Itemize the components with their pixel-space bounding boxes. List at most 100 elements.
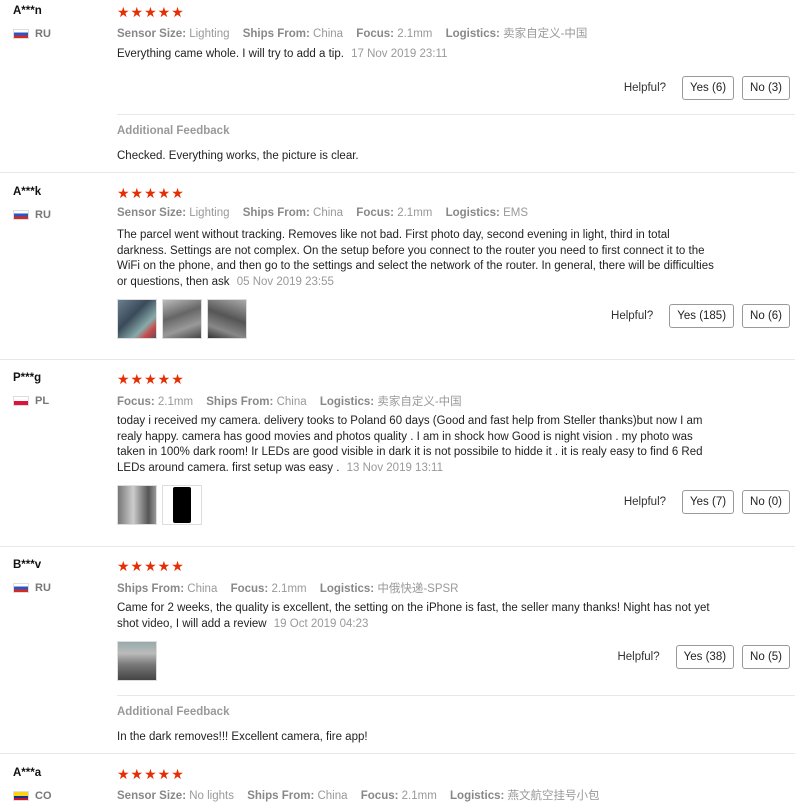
review-date: 17 Nov 2019 23:11 [351, 48, 448, 60]
additional-feedback-title: Additional Feedback [117, 125, 230, 137]
reviewer-country: RU [13, 582, 51, 594]
meta-key: Ships From: [206, 396, 274, 408]
review-photo-thumbnail[interactable] [207, 299, 247, 339]
meta-value: Lighting [189, 28, 230, 40]
meta-key: Focus: [230, 583, 269, 595]
meta-key: Logistics: [319, 396, 375, 408]
review-meta: Sensor Size: Lighting Ships From: China … [117, 25, 597, 41]
meta-key: Focus: [356, 207, 394, 219]
review-text: The parcel went without tracking. Remove… [117, 228, 717, 290]
helpful-yes-button[interactable]: Yes (185) [669, 304, 735, 328]
country-code: RU [35, 209, 51, 221]
flag-icon [13, 29, 29, 39]
meta-key: Ships From: [242, 207, 310, 219]
meta-key: Logistics: [445, 28, 500, 40]
country-code: RU [35, 28, 51, 40]
meta-key: Sensor Size: [117, 790, 187, 802]
reviewer-name: A***n [13, 5, 42, 17]
reviewer-country: RU [13, 209, 51, 221]
review-meta: Sensor Size: No lights Ships From: China… [117, 787, 610, 803]
helpful-label: Helpful? [623, 82, 667, 94]
star-rating: ★★★★★ [117, 371, 185, 387]
meta-value: 2.1mm [397, 28, 433, 40]
meta-key: Focus: [117, 396, 155, 408]
helpful-yes-button[interactable]: Yes (7) [682, 490, 735, 514]
meta-key: Logistics: [319, 583, 375, 595]
helpful-controls: Helpful? Yes (7) No (0) [624, 490, 790, 514]
meta-key: Sensor Size: [117, 207, 187, 219]
helpful-no-button[interactable]: No (0) [742, 490, 790, 514]
divider [117, 114, 795, 115]
additional-feedback-text: In the dark removes!!! Excellent camera,… [117, 731, 368, 743]
reviewer-name: B***v [13, 559, 42, 571]
reviewer-name: A***k [13, 186, 42, 198]
review-meta: Sensor Size: Lighting Ships From: China … [117, 207, 538, 219]
helpful-label: Helpful? [617, 651, 660, 663]
review-date: 05 Nov 2019 23:55 [236, 275, 334, 288]
star-rating: ★★★★★ [117, 4, 185, 20]
meta-key: Logistics: [450, 790, 505, 802]
star-rating: ★★★★★ [117, 558, 185, 574]
review-photos [117, 299, 252, 339]
meta-value: EMS [503, 207, 528, 219]
meta-key: Ships From: [242, 28, 310, 40]
review-meta: Focus: 2.1mm Ships From: China Logistics… [117, 393, 472, 409]
meta-value: China [313, 28, 344, 40]
helpful-controls: Helpful? Yes (38) No (5) [617, 645, 790, 669]
reviewer-name: A***a [13, 767, 42, 779]
meta-value: 中俄快递-SPSR [377, 583, 459, 595]
meta-key: Ships From: [117, 583, 185, 595]
country-code: RU [35, 582, 51, 594]
helpful-yes-button[interactable]: Yes (38) [675, 645, 735, 669]
flag-icon [13, 583, 29, 593]
review-date: 13 Nov 2019 13:11 [346, 461, 443, 474]
country-code: PL [35, 395, 50, 407]
review-photo-thumbnail[interactable] [117, 299, 157, 339]
review-separator [0, 546, 795, 547]
meta-value: 2.1mm [397, 207, 433, 219]
additional-feedback-text: Checked. Everything works, the picture i… [117, 150, 359, 162]
helpful-yes-button[interactable]: Yes (6) [682, 76, 735, 100]
review-photo-thumbnail[interactable] [117, 485, 157, 525]
meta-value: No lights [189, 790, 234, 802]
helpful-no-button[interactable]: No (5) [742, 645, 790, 669]
review-meta: Ships From: China Focus: 2.1mm Logistics… [117, 580, 469, 596]
flag-icon [13, 396, 29, 406]
star-rating: ★★★★★ [117, 185, 185, 201]
review-separator [0, 172, 795, 173]
meta-value: 卖家自定义-中国 [503, 28, 588, 40]
meta-key: Focus: [360, 790, 399, 802]
review-photo-thumbnail[interactable] [162, 485, 202, 525]
helpful-no-button[interactable]: No (3) [742, 76, 790, 100]
meta-key: Sensor Size: [117, 28, 187, 40]
flag-icon [13, 210, 29, 220]
meta-key: Logistics: [445, 207, 500, 219]
divider [117, 695, 795, 696]
review-body: Came for 2 weeks, the quality is excelle… [117, 602, 710, 630]
review-date: 19 Oct 2019 04:23 [273, 617, 369, 630]
meta-value: 卖家自定义-中国 [377, 396, 462, 408]
review-photo-thumbnail[interactable] [162, 299, 202, 339]
review-photos [117, 485, 207, 525]
review-body: The parcel went without tracking. Remove… [117, 229, 714, 288]
review-photo-thumbnail[interactable] [117, 641, 157, 681]
reviewer-country: PL [13, 395, 49, 407]
reviewer-country: RU [13, 28, 51, 40]
meta-value: 2.1mm [271, 583, 307, 595]
meta-value: China [317, 790, 348, 802]
helpful-controls: Helpful? Yes (185) No (6) [611, 304, 790, 328]
review-text: Came for 2 weeks, the quality is excelle… [117, 601, 717, 632]
meta-key: Focus: [356, 28, 394, 40]
meta-value: 2.1mm [157, 396, 194, 408]
additional-feedback-title: Additional Feedback [117, 706, 230, 718]
review-body: Everything came whole. I will try to add… [117, 48, 344, 60]
helpful-label: Helpful? [623, 496, 667, 508]
review-separator [0, 359, 795, 360]
helpful-label: Helpful? [611, 310, 654, 322]
country-code: CO [35, 790, 52, 802]
helpful-no-button[interactable]: No (6) [742, 304, 790, 328]
reviewer-country: CO [13, 790, 52, 802]
review-photos [117, 641, 162, 681]
meta-value: China [313, 207, 344, 219]
meta-value: China [187, 583, 218, 595]
